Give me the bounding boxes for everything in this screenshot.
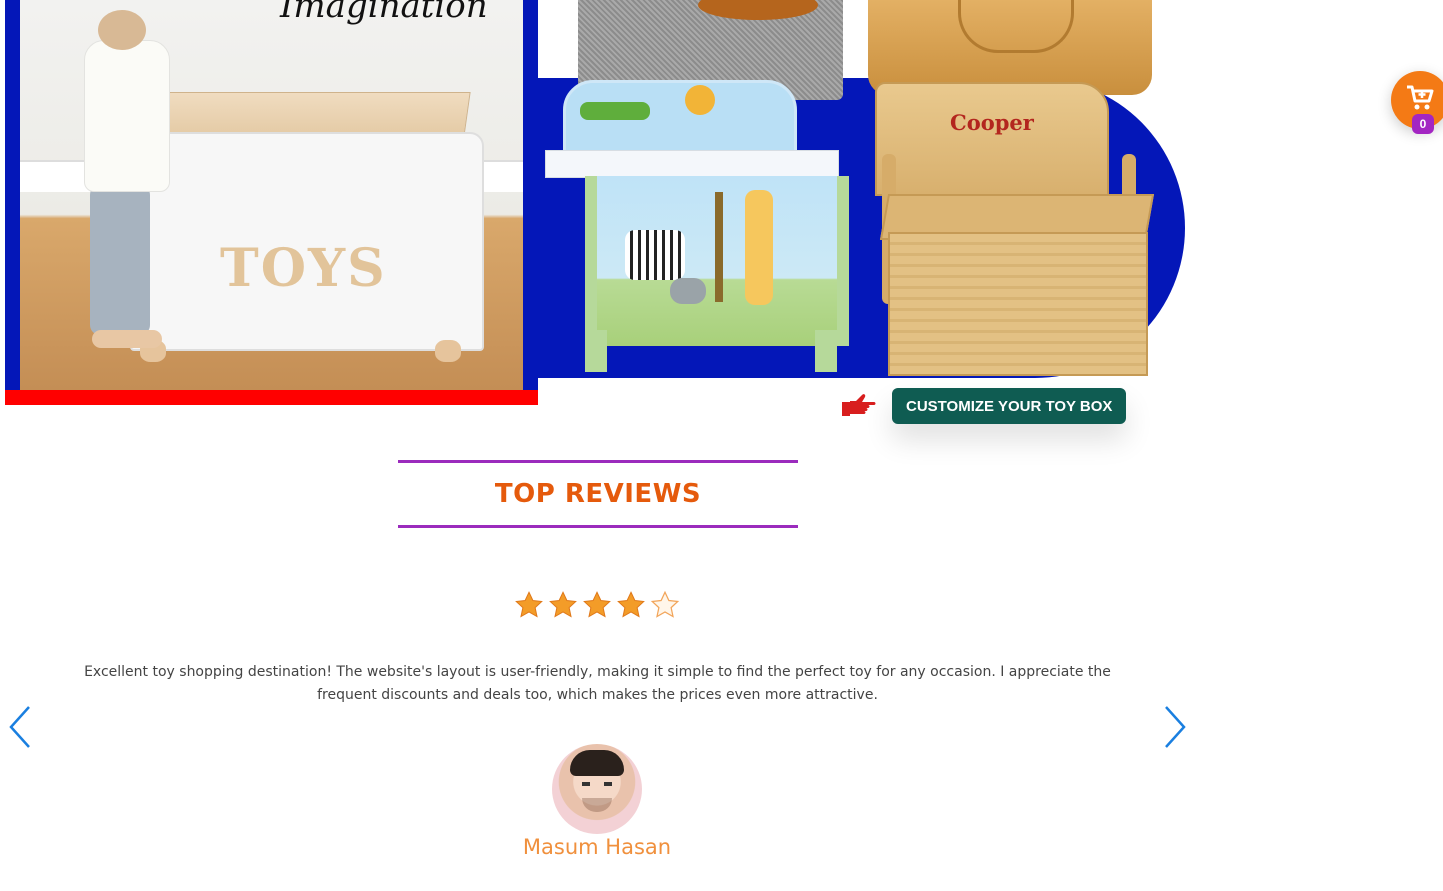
star-filled-icon <box>515 591 543 618</box>
child-figure <box>78 10 170 360</box>
toybox-label: TOYS <box>220 238 387 299</box>
elephant-illustration <box>670 278 706 304</box>
star-filled-icon <box>583 591 611 618</box>
kid-toybox-photo: Imagination TOYS <box>20 0 523 390</box>
chevron-right-icon <box>1165 706 1186 748</box>
reviewer-name: Masum Hasan <box>522 835 672 859</box>
pointing-hand-icon <box>840 391 878 421</box>
lion-illustration <box>685 85 715 115</box>
wooden-bench-toy-box: Cooper <box>870 82 1155 376</box>
imagination-caption: Imagination <box>280 0 488 26</box>
reviews-section-heading: TOP REVIEWS <box>398 460 798 528</box>
chevron-left-icon <box>9 706 30 748</box>
next-review-button[interactable] <box>1160 704 1190 750</box>
customize-toy-box-button[interactable]: CUSTOMIZE YOUR TOY BOX <box>892 388 1127 424</box>
cart-count-badge: 0 <box>1412 114 1434 134</box>
star-empty-icon <box>650 590 680 618</box>
review-text: Excellent toy shopping destination! The … <box>84 664 1111 703</box>
reviewer-avatar <box>552 744 642 834</box>
rating-stars <box>514 590 680 620</box>
carved-wooden-chest <box>868 0 1152 95</box>
crocodile-illustration <box>580 102 650 120</box>
zebra-illustration <box>625 230 685 280</box>
giraffe-illustration <box>745 190 773 305</box>
safari-painted-toy-box <box>545 80 849 372</box>
cart-icon <box>1405 84 1435 117</box>
star-filled-icon <box>617 591 645 618</box>
hero-image-panel: Imagination TOYS <box>5 0 538 405</box>
bench-engraved-name: Cooper <box>950 110 1034 135</box>
star-filled-icon <box>549 591 577 618</box>
cta-row: CUSTOMIZE YOUR TOY BOX <box>840 388 1127 424</box>
previous-review-button[interactable] <box>5 704 35 750</box>
red-accent-bar <box>5 390 538 405</box>
reviews-title: TOP REVIEWS <box>494 479 702 509</box>
